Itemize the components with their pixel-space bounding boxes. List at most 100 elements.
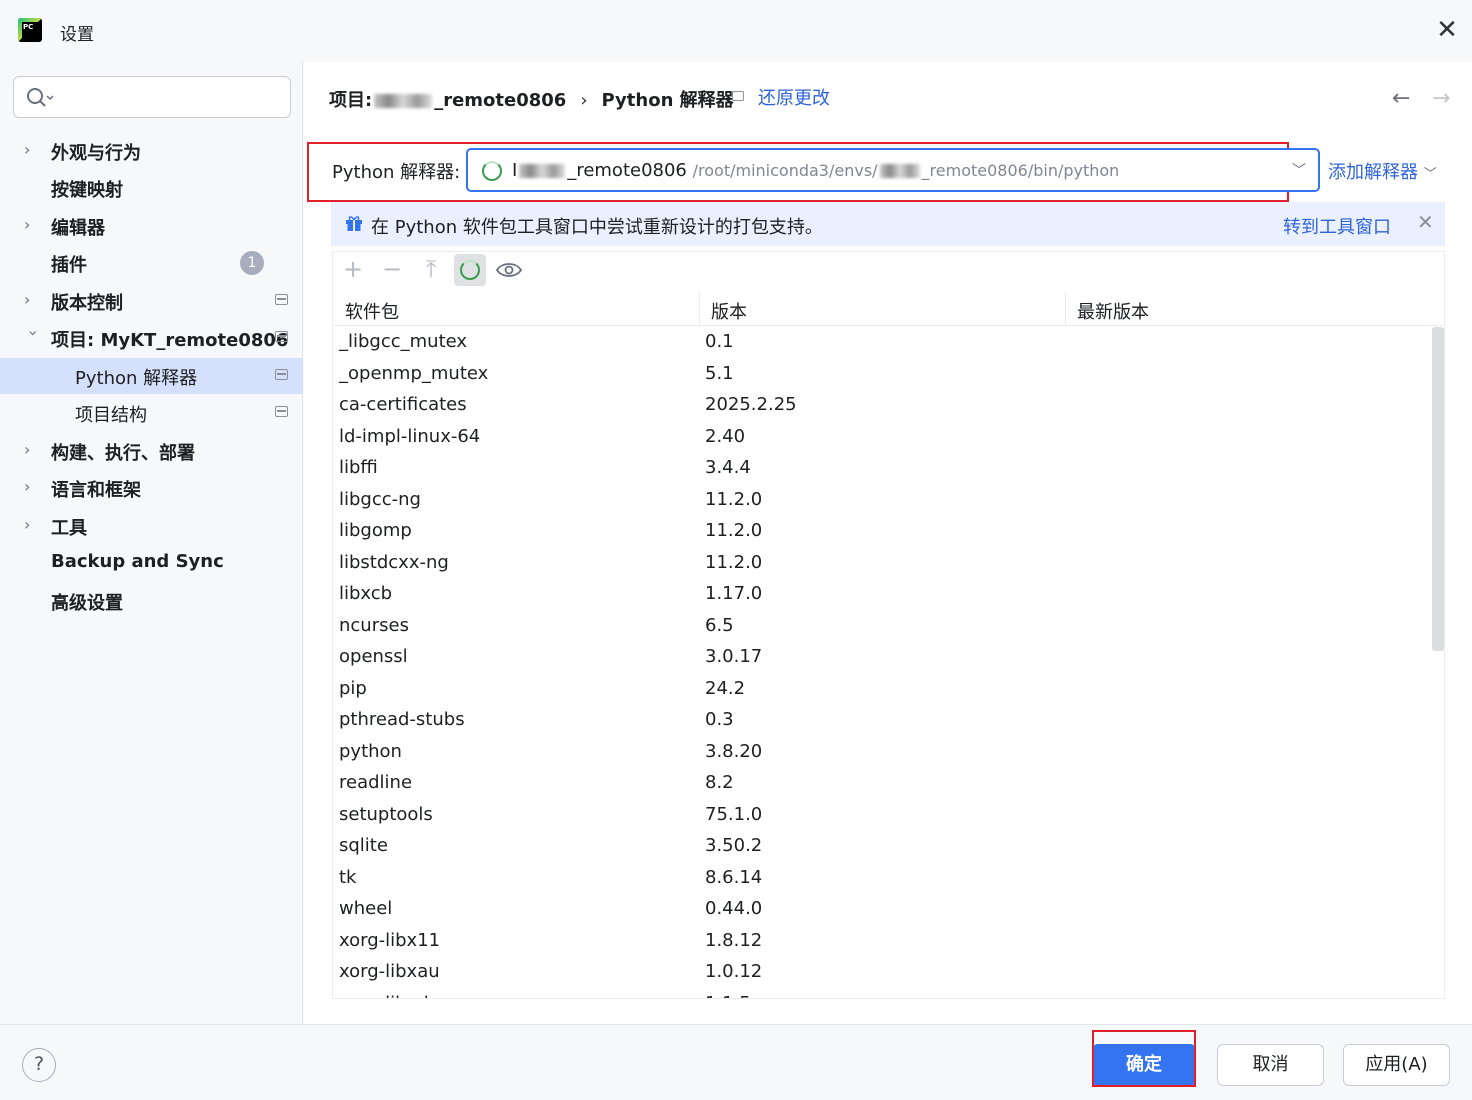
sidebar-item-build[interactable]: › 构建、执行、部署 — [0, 433, 303, 469]
sidebar-item-languages[interactable]: › 语言和框架 — [0, 470, 303, 506]
revert-changes-link[interactable]: 还原更改 — [758, 84, 830, 110]
package-name: xorg-libxdmcp — [339, 993, 467, 999]
table-row[interactable]: libgomp 11.2.0 — [333, 516, 1429, 548]
table-row[interactable]: ncurses 6.5 — [333, 611, 1429, 643]
close-icon[interactable]: ✕ — [1417, 210, 1434, 234]
sidebar-item-project[interactable]: › 项目: MyKT_remote0806 — [0, 320, 303, 356]
package-version: 3.8.20 — [705, 740, 763, 762]
table-row[interactable]: xorg-libxdmcp 1.1.5 — [333, 989, 1429, 999]
table-row[interactable]: libxcb 1.17.0 — [333, 579, 1429, 611]
column-divider — [699, 292, 700, 326]
breadcrumb-current-page: Python 解释器 — [601, 90, 734, 111]
chevron-right-icon: › — [24, 440, 31, 459]
sidebar-item-python-interpreter[interactable]: Python 解释器 — [0, 358, 303, 394]
package-version: 5.1 — [705, 362, 734, 384]
chevron-right-icon: › — [24, 515, 31, 534]
chevron-down-icon: › — [24, 330, 43, 337]
main-panel: 项目: _remote0806 › Python 解释器 还原更改 ← → Pytho… — [304, 62, 1472, 1024]
plugins-update-badge: 1 — [240, 251, 264, 275]
help-button[interactable]: ? — [22, 1048, 56, 1082]
column-header-package[interactable]: 软件包 — [345, 298, 399, 324]
vertical-scrollbar[interactable] — [1432, 327, 1444, 651]
table-row[interactable]: libgcc-ng 11.2.0 — [333, 485, 1429, 517]
interpreter-select[interactable]: I _remote0806 /root/miniconda3/envs/_remo… — [466, 148, 1320, 192]
refresh-spinner-icon[interactable] — [454, 254, 486, 286]
open-tool-window-link[interactable]: 转到工具窗口 — [1283, 213, 1391, 239]
remove-icon[interactable]: − — [376, 254, 408, 286]
package-name: ncurses — [339, 614, 409, 636]
package-version: 8.2 — [705, 772, 734, 793]
table-row[interactable]: ld-impl-linux-64 2.40 — [333, 422, 1429, 454]
package-version: 11.2.0 — [705, 520, 763, 541]
table-row[interactable]: sqlite 3.50.2 — [333, 831, 1429, 863]
loading-spinner-icon — [482, 161, 502, 181]
add-icon[interactable]: + — [337, 254, 369, 286]
table-row[interactable]: xorg-libxau 1.0.12 — [333, 957, 1429, 989]
package-version: 8.6.14 — [705, 866, 763, 888]
column-header-latest-version[interactable]: 最新版本 — [1077, 298, 1149, 324]
package-version: 75.1.0 — [705, 803, 763, 825]
table-row[interactable]: openssl 3.0.17 — [333, 642, 1429, 674]
table-row[interactable]: _libgcc_mutex 0.1 — [333, 327, 1429, 359]
apply-button[interactable]: 应用(A) — [1343, 1044, 1450, 1086]
package-name: libgomp — [339, 520, 412, 541]
cancel-button[interactable]: 取消 — [1217, 1044, 1324, 1086]
search-input[interactable] — [13, 76, 291, 118]
back-arrow-icon[interactable]: ← — [1392, 86, 1410, 111]
project-settings-icon — [275, 369, 288, 380]
gift-icon — [346, 216, 362, 231]
close-icon[interactable]: ✕ — [1434, 17, 1460, 44]
package-name: pthread-stubs — [339, 709, 465, 730]
package-version: 2.40 — [705, 425, 746, 447]
forward-arrow-icon[interactable]: → — [1432, 86, 1450, 111]
sidebar-item-advanced[interactable]: 高级设置 — [0, 583, 303, 619]
redacted-text — [519, 164, 566, 178]
window-title: 设置 — [60, 25, 94, 45]
title-bar: PC 设置 ✕ — [0, 0, 1472, 62]
project-settings-icon — [275, 406, 288, 417]
table-body: _libgcc_mutex 0.1 _openmp_mutex 5.1 ca-certi… — [333, 327, 1429, 999]
chevron-right-icon: › — [24, 290, 31, 309]
package-version: 6.5 — [705, 614, 734, 636]
package-version: 3.50.2 — [705, 835, 763, 856]
table-row[interactable]: python 3.8.20 — [333, 737, 1429, 769]
table-row[interactable]: wheel 0.44.0 — [333, 894, 1429, 926]
sidebar-item-tools[interactable]: › 工具 — [0, 508, 303, 544]
table-row[interactable]: setuptools 75.1.0 — [333, 800, 1429, 832]
column-divider — [1065, 292, 1066, 326]
interpreter-label: Python 解释器: — [332, 162, 461, 183]
sidebar-item-version-control[interactable]: › 版本控制 — [0, 283, 303, 319]
eye-icon[interactable] — [493, 254, 525, 286]
upgrade-icon[interactable]: ⤒ — [415, 254, 447, 286]
table-row[interactable]: pip 24.2 — [333, 674, 1429, 706]
sidebar-item-keymap[interactable]: 按键映射 — [0, 170, 303, 206]
chevron-down-icon: ﹀ — [1292, 163, 1306, 179]
table-row[interactable]: libffi 3.4.4 — [333, 453, 1429, 485]
table-row[interactable]: tk 8.6.14 — [333, 863, 1429, 895]
sidebar-item-editor[interactable]: › 编辑器 — [0, 208, 303, 244]
table-row[interactable]: _openmp_mutex 5.1 — [333, 359, 1429, 391]
sidebar-item-appearance[interactable]: › 外观与行为 — [0, 133, 303, 169]
package-name: libffi — [339, 457, 378, 478]
table-row[interactable]: xorg-libx11 1.8.12 — [333, 926, 1429, 958]
packaging-tool-banner: 在 Python 软件包工具窗口中尝试重新设计的打包支持。 转到工具窗口 ✕ — [331, 202, 1445, 246]
package-version: 1.17.0 — [705, 583, 763, 604]
settings-dialog: PC 设置 ✕ › 外观与行为 按键映射 › 编辑器 插件 1 › 版本控制 ›… — [0, 0, 1472, 1100]
table-row[interactable]: pthread-stubs 0.3 — [333, 705, 1429, 737]
column-header-version[interactable]: 版本 — [711, 298, 747, 324]
sidebar-item-project-structure[interactable]: 项目结构 — [0, 395, 303, 431]
table-row[interactable]: libstdcxx-ng 11.2.0 — [333, 548, 1429, 580]
package-name: pip — [339, 677, 367, 699]
package-name: tk — [339, 866, 357, 888]
table-row[interactable]: readline 8.2 — [333, 768, 1429, 800]
sidebar-item-plugins[interactable]: 插件 1 — [0, 245, 303, 281]
package-version: 1.8.12 — [705, 929, 763, 951]
sidebar-item-backup-sync[interactable]: Backup and Sync — [0, 545, 303, 581]
package-version: 0.1 — [705, 331, 734, 352]
add-interpreter-button[interactable]: 添加解释器 ﹀ — [1328, 158, 1437, 184]
table-row[interactable]: ca-certificates 2025.2.25 — [333, 390, 1429, 422]
package-name: sqlite — [339, 835, 388, 856]
package-name: ld-impl-linux-64 — [339, 425, 481, 447]
chevron-right-icon: › — [24, 140, 31, 159]
package-version: 11.2.0 — [705, 488, 763, 510]
